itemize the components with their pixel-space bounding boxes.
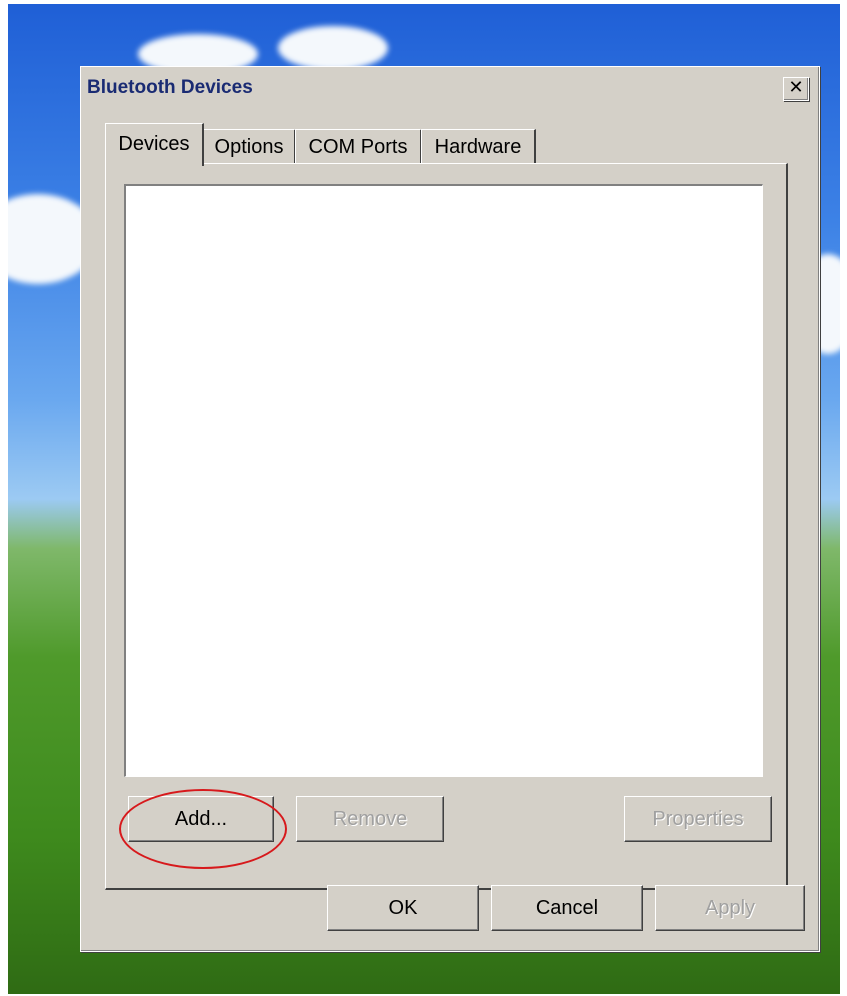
properties-button-label: Properties — [652, 808, 744, 830]
add-button-label: Add... — [174, 808, 228, 830]
tab-options[interactable]: Options — [203, 129, 296, 164]
cloud — [278, 26, 388, 70]
remove-button-label: Remove — [332, 808, 408, 830]
window-title: Bluetooth Devices — [87, 77, 253, 98]
tab-hardware[interactable]: Hardware — [421, 129, 536, 164]
add-button[interactable]: Add... — [119, 789, 287, 869]
tab-com-ports[interactable]: COM Ports — [295, 129, 422, 164]
ok-button[interactable]: OK — [327, 885, 479, 931]
title-bar[interactable]: Bluetooth Devices ✕ — [85, 71, 815, 103]
ok-button-label: OK — [388, 897, 418, 919]
remove-button[interactable]: Remove — [296, 796, 444, 842]
bluetooth-devices-dialog: Bluetooth Devices ✕ Devices Options COM … — [80, 66, 820, 952]
cancel-button[interactable]: Cancel — [491, 885, 643, 931]
close-icon: ✕ — [788, 77, 804, 98]
desktop-background: Bluetooth Devices ✕ Devices Options COM … — [8, 4, 840, 994]
properties-button[interactable]: Properties — [624, 796, 772, 842]
close-button[interactable]: ✕ — [783, 77, 809, 101]
devices-tab-panel: Add... Remove Properties — [105, 163, 788, 890]
cancel-button-label: Cancel — [535, 897, 599, 919]
apply-button[interactable]: Apply — [655, 885, 805, 931]
apply-button-label: Apply — [704, 897, 756, 919]
tab-devices[interactable]: Devices — [105, 123, 204, 166]
device-list[interactable] — [124, 184, 763, 777]
